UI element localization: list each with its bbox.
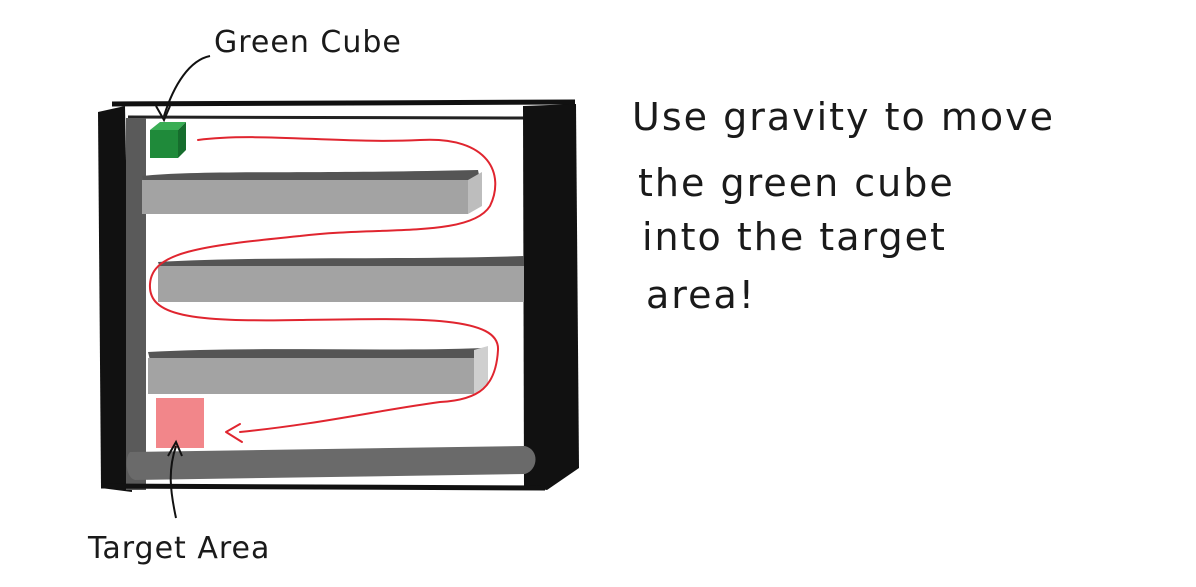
shelf-1 — [142, 170, 482, 214]
instruction-text: Use gravity to move the green cube into … — [632, 95, 1055, 317]
shelf-2 — [158, 256, 524, 302]
target-area-label: Target Area — [87, 531, 270, 566]
instruction-line-4: area! — [646, 273, 756, 317]
instruction-line-1: Use gravity to move — [632, 95, 1055, 139]
target-area — [156, 398, 204, 448]
gravity-path-arrowhead — [225, 423, 243, 443]
green-cube-label: Green Cube — [214, 25, 402, 60]
level-sketch: Green Cube Target Area Use gravity to mo… — [87, 25, 1055, 566]
green-cube — [150, 122, 186, 158]
shelf-3 — [148, 346, 488, 394]
instruction-line-2: the green cube — [638, 161, 955, 205]
instruction-line-3: into the target — [642, 215, 947, 259]
green-cube-pointer — [163, 55, 211, 117]
